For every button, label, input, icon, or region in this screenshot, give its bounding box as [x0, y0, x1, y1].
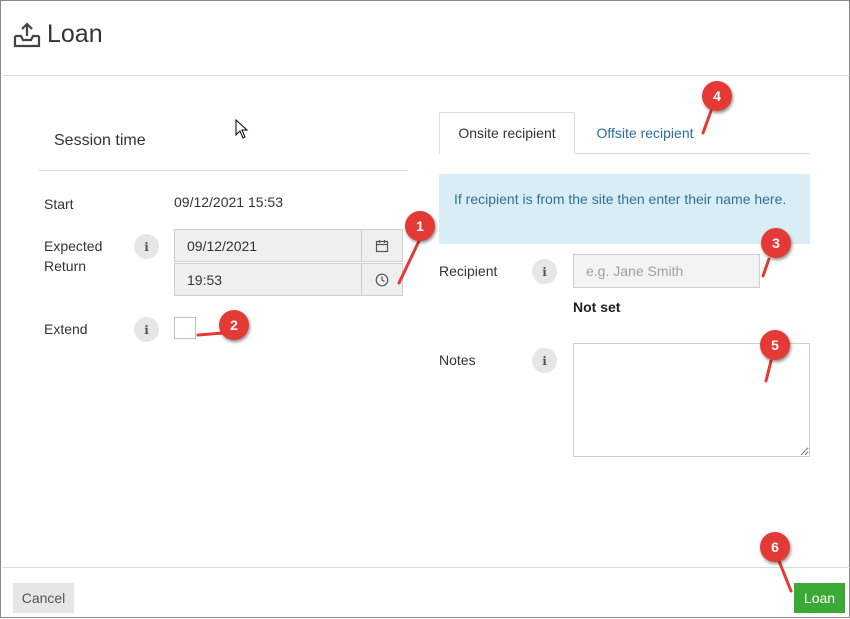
callout-arrow-3 [761, 257, 771, 278]
callout-5: 5 [760, 330, 790, 360]
callout-6: 6 [760, 532, 790, 562]
callout-arrow-2 [196, 331, 225, 337]
callout-arrow-4 [701, 109, 713, 135]
callout-2: 2 [219, 310, 249, 340]
callout-3: 3 [761, 228, 791, 258]
callout-arrow-6 [777, 559, 793, 593]
callout-4: 4 [702, 81, 732, 111]
callout-1: 1 [405, 211, 435, 241]
loan-dialog: Loan Session time Start 09/12/2021 15:53… [0, 0, 850, 618]
callout-arrow-5 [764, 359, 773, 383]
callout-arrow-1 [397, 239, 421, 285]
